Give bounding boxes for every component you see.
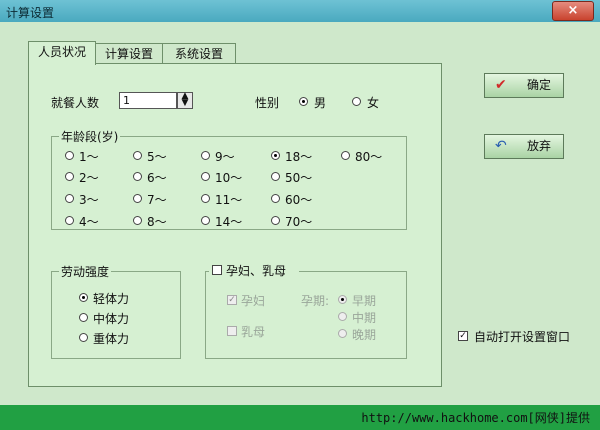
age-radio[interactable] bbox=[65, 172, 74, 181]
age-option: 11～ bbox=[215, 193, 243, 207]
tab-calc-settings[interactable]: 计算设置 bbox=[95, 43, 163, 64]
age-radio[interactable] bbox=[271, 172, 280, 181]
period-middle-label: 中期 bbox=[352, 311, 377, 325]
age-radio[interactable] bbox=[341, 151, 350, 160]
labor-heavy-radio[interactable] bbox=[79, 333, 88, 342]
labor-light-label: 轻体力 bbox=[93, 292, 130, 306]
period-late-label: 晚期 bbox=[352, 328, 377, 342]
lactating-label: 乳母 bbox=[241, 325, 266, 339]
age-option: 14～ bbox=[215, 215, 243, 229]
labor-light-radio[interactable] bbox=[79, 293, 88, 302]
labor-heavy-label: 重体力 bbox=[93, 332, 130, 346]
period-early-radio[interactable] bbox=[338, 295, 347, 304]
age-radio[interactable] bbox=[201, 151, 210, 160]
auto-open-label: 自动打开设置窗口 bbox=[474, 330, 571, 344]
age-option: 9～ bbox=[215, 150, 235, 164]
age-radio[interactable] bbox=[133, 216, 142, 225]
age-radio[interactable] bbox=[65, 151, 74, 160]
age-option: 80～ bbox=[355, 150, 383, 164]
age-option: 1～ bbox=[79, 150, 99, 164]
tab-people-status[interactable]: 人员状况 bbox=[28, 41, 96, 65]
labor-medium-label: 中体力 bbox=[93, 312, 130, 326]
window-title: 计算设置 bbox=[6, 6, 55, 20]
pregnancy-box bbox=[205, 271, 407, 359]
age-option: 50～ bbox=[285, 171, 313, 185]
pregnant-label: 孕妇 bbox=[241, 294, 266, 308]
gender-label: 性别 bbox=[255, 96, 280, 110]
age-radio[interactable] bbox=[133, 172, 142, 181]
tab-system-settings[interactable]: 系统设置 bbox=[162, 43, 236, 64]
age-option: 7～ bbox=[147, 193, 167, 207]
spinner-icon[interactable]: ▲ ▼ bbox=[177, 92, 193, 109]
cancel-button-label: 放弃 bbox=[527, 139, 552, 153]
gender-female-label: 女 bbox=[367, 96, 380, 110]
age-option: 70～ bbox=[285, 215, 313, 229]
age-option: 4～ bbox=[79, 215, 99, 229]
auto-open-checkbox[interactable]: ✓ bbox=[458, 331, 468, 341]
period-early-label: 早期 bbox=[352, 294, 377, 308]
checkmark-icon: ✔ bbox=[495, 77, 507, 93]
age-radio[interactable] bbox=[201, 194, 210, 203]
cancel-button[interactable]: ↶ 放弃 bbox=[484, 134, 564, 159]
gender-female-radio[interactable] bbox=[352, 97, 361, 106]
people-count-input[interactable]: 1 bbox=[119, 92, 177, 109]
pregnancy-checkbox[interactable] bbox=[212, 265, 222, 275]
labor-medium-radio[interactable] bbox=[79, 313, 88, 322]
people-count-label: 就餐人数 bbox=[51, 96, 100, 110]
age-radio[interactable] bbox=[201, 172, 210, 181]
age-radio[interactable] bbox=[201, 216, 210, 225]
gender-male-label: 男 bbox=[314, 96, 327, 110]
period-late-radio[interactable] bbox=[338, 329, 347, 338]
title-bar: 计算设置 × bbox=[0, 0, 600, 22]
ok-button[interactable]: ✔ 确定 bbox=[484, 73, 564, 98]
age-radio[interactable] bbox=[271, 194, 280, 203]
period-middle-radio[interactable] bbox=[338, 312, 347, 321]
status-bar: http://www.hackhome.com[网侠]提供 bbox=[0, 405, 600, 430]
age-option: 60～ bbox=[285, 193, 313, 207]
pregnant-checkbox[interactable]: ✓ bbox=[227, 295, 237, 305]
close-button[interactable]: × bbox=[552, 1, 594, 21]
age-option: 8～ bbox=[147, 215, 167, 229]
age-option: 10～ bbox=[215, 171, 243, 185]
age-radio[interactable] bbox=[271, 216, 280, 225]
age-radio[interactable] bbox=[133, 194, 142, 203]
pregnancy-label: 孕妇、乳母 bbox=[226, 264, 287, 278]
age-group-label: 年龄段(岁) bbox=[59, 128, 121, 145]
period-label: 孕期: bbox=[301, 294, 330, 308]
lactating-checkbox[interactable] bbox=[227, 326, 237, 336]
age-option: 3～ bbox=[79, 193, 99, 207]
ok-button-label: 确定 bbox=[527, 78, 552, 92]
age-option: 5～ bbox=[147, 150, 167, 164]
tab-panel: 就餐人数 1 ▲ ▼ 性别 男 女 年龄段(岁) 1～ 5～ 9～ 18～ 80～… bbox=[28, 63, 442, 387]
labor-intensity-label: 劳动强度 bbox=[59, 263, 112, 280]
age-radio[interactable] bbox=[133, 151, 142, 160]
age-option: 2～ bbox=[79, 171, 99, 185]
status-url: http://www.hackhome.com[网侠]提供 bbox=[361, 411, 590, 425]
gender-male-radio[interactable] bbox=[299, 97, 308, 106]
age-option: 18～ bbox=[285, 150, 313, 164]
undo-icon: ↶ bbox=[495, 138, 507, 154]
age-radio[interactable] bbox=[65, 216, 74, 225]
age-option: 6～ bbox=[147, 171, 167, 185]
age-radio[interactable] bbox=[65, 194, 74, 203]
age-radio[interactable] bbox=[271, 151, 280, 160]
